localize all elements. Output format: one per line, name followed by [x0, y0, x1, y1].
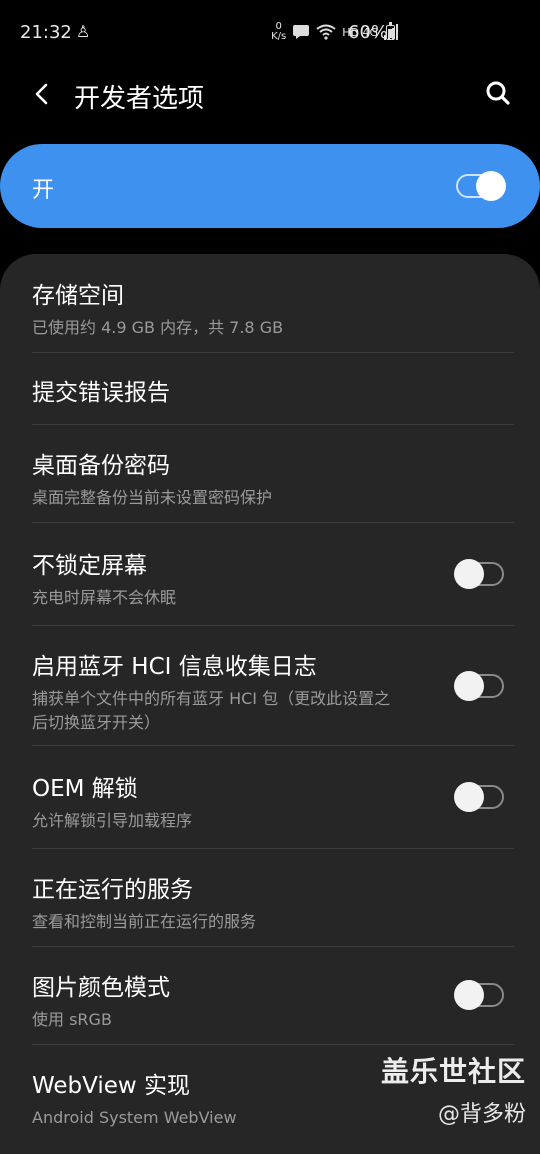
- toggle-knob: [454, 782, 484, 812]
- status-bar: 21:32 ♙ 0 K/s HD 4G 60%: [0, 0, 540, 66]
- picture-color-mode-toggle[interactable]: [454, 980, 504, 1010]
- page-title: 开发者选项: [74, 84, 205, 114]
- battery-percent: 60%: [348, 22, 389, 43]
- toggle-knob: [476, 171, 506, 201]
- notification-icon: ♙: [76, 22, 91, 41]
- developer-options-master-switch[interactable]: 开: [0, 144, 540, 228]
- setting-summary: 使用 sRGB: [32, 1010, 112, 1029]
- oem-unlock-toggle[interactable]: [454, 782, 504, 812]
- back-button[interactable]: [28, 76, 56, 112]
- toggle-knob: [454, 559, 484, 589]
- divider: [32, 946, 514, 947]
- setting-summary: 充电时屏幕不会休眠: [32, 588, 177, 607]
- divider: [32, 848, 514, 849]
- setting-title: 正在运行的服务: [32, 877, 193, 903]
- wifi-icon: [316, 24, 336, 40]
- setting-title: 图片颜色模式: [32, 975, 170, 1001]
- setting-summary: 允许解锁引导加载程序: [32, 811, 193, 830]
- setting-bug-report[interactable]: 提交错误报告: [32, 373, 514, 407]
- toggle-knob: [454, 980, 484, 1010]
- setting-summary-line: 捕获单个文件中的所有蓝牙 HCI 包（更改此设置之: [32, 689, 391, 708]
- setting-title: 不锁定屏幕: [32, 553, 147, 579]
- setting-summary-line: 后切换蓝牙开关）: [32, 713, 161, 732]
- watermark-author: @背多粉: [437, 1102, 526, 1127]
- setting-title: OEM 解锁: [32, 776, 138, 802]
- setting-title: 存储空间: [32, 283, 124, 309]
- divider: [32, 352, 514, 353]
- master-switch-label: 开: [32, 178, 55, 203]
- setting-running-services[interactable]: 正在运行的服务 查看和控制当前正在运行的服务: [32, 870, 514, 934]
- net-speed: 0 K/s: [271, 22, 286, 42]
- net-speed-unit: K/s: [271, 31, 287, 42]
- search-button[interactable]: [482, 78, 514, 110]
- divider: [32, 625, 514, 626]
- battery-icon: [386, 22, 395, 40]
- setting-summary: 捕获单个文件中的所有蓝牙 HCI 包（更改此设置之 后切换蓝牙开关）: [32, 687, 444, 735]
- master-toggle[interactable]: [456, 171, 506, 201]
- divider: [32, 424, 514, 425]
- search-icon: [486, 81, 510, 105]
- stay-awake-toggle[interactable]: [454, 559, 504, 589]
- setting-storage[interactable]: 存储空间 已使用约 4.9 GB 内存，共 7.8 GB: [32, 276, 514, 340]
- setting-picture-color-mode[interactable]: 图片颜色模式 使用 sRGB: [32, 968, 514, 1032]
- setting-desktop-backup-password[interactable]: 桌面备份密码 桌面完整备份当前未设置密码保护: [32, 446, 514, 510]
- status-time: 21:32: [20, 22, 72, 43]
- setting-title: 桌面备份密码: [32, 453, 170, 479]
- message-icon: [293, 25, 310, 39]
- setting-stay-awake[interactable]: 不锁定屏幕 充电时屏幕不会休眠: [32, 546, 514, 610]
- setting-bluetooth-hci-log[interactable]: 启用蓝牙 HCI 信息收集日志 捕获单个文件中的所有蓝牙 HCI 包（更改此设置…: [32, 647, 514, 735]
- divider: [32, 745, 514, 746]
- app-bar: 开发者选项: [0, 66, 540, 122]
- watermark: 盖乐世社区 @背多粉: [381, 1050, 526, 1128]
- divider: [32, 1044, 514, 1045]
- setting-title: 启用蓝牙 HCI 信息收集日志: [32, 654, 317, 680]
- divider: [32, 522, 514, 523]
- setting-summary: 已使用约 4.9 GB 内存，共 7.8 GB: [32, 318, 284, 337]
- setting-summary: 查看和控制当前正在运行的服务: [32, 912, 257, 931]
- setting-summary: 桌面完整备份当前未设置密码保护: [32, 488, 273, 507]
- setting-title: 提交错误报告: [32, 380, 170, 406]
- setting-oem-unlock[interactable]: OEM 解锁 允许解锁引导加载程序: [32, 769, 514, 833]
- bluetooth-hci-log-toggle[interactable]: [454, 671, 504, 701]
- watermark-brand: 盖乐世社区: [380, 1055, 526, 1088]
- toggle-knob: [454, 671, 484, 701]
- back-arrow-icon: [35, 83, 48, 105]
